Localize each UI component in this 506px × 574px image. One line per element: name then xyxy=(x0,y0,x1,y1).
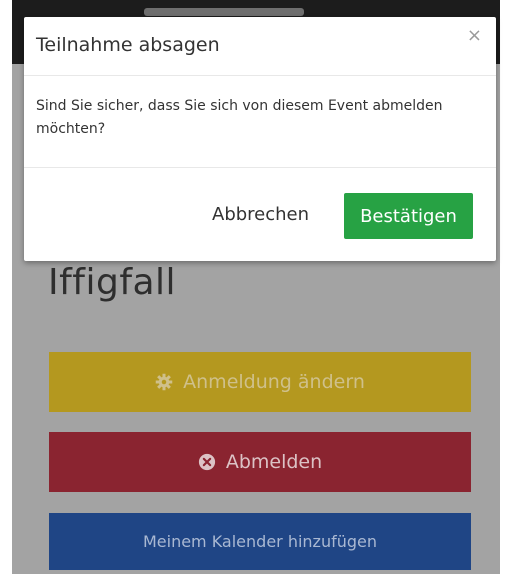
dialog-header: Teilnahme absagen × xyxy=(24,17,496,76)
change-registration-label: Anmeldung ändern xyxy=(183,371,365,393)
close-icon[interactable]: × xyxy=(467,25,482,46)
add-to-calendar-button[interactable]: Meinem Kalender hinzufügen xyxy=(49,513,471,570)
x-circle-icon xyxy=(198,453,216,471)
dialog-title: Teilnahme absagen xyxy=(36,34,220,56)
cancel-button[interactable]: Abbrechen xyxy=(212,204,309,225)
gear-icon xyxy=(155,373,173,391)
event-title: Iffigfall xyxy=(48,262,177,303)
dialog-message: Sind Sie sicher, dass Sie sich von diese… xyxy=(36,98,443,137)
confirm-button[interactable]: Bestätigen xyxy=(344,193,473,239)
dialog-footer: Abbrechen Bestätigen xyxy=(24,167,496,262)
cancel-participation-dialog: Teilnahme absagen × Sind Sie sicher, das… xyxy=(24,17,496,261)
unregister-label: Abmelden xyxy=(225,451,323,473)
change-registration-button[interactable]: Anmeldung ändern xyxy=(49,352,471,412)
add-to-calendar-label: Meinem Kalender hinzufügen xyxy=(142,532,378,551)
unregister-button[interactable]: Abmelden xyxy=(49,432,471,492)
top-bar-tab xyxy=(144,8,304,16)
